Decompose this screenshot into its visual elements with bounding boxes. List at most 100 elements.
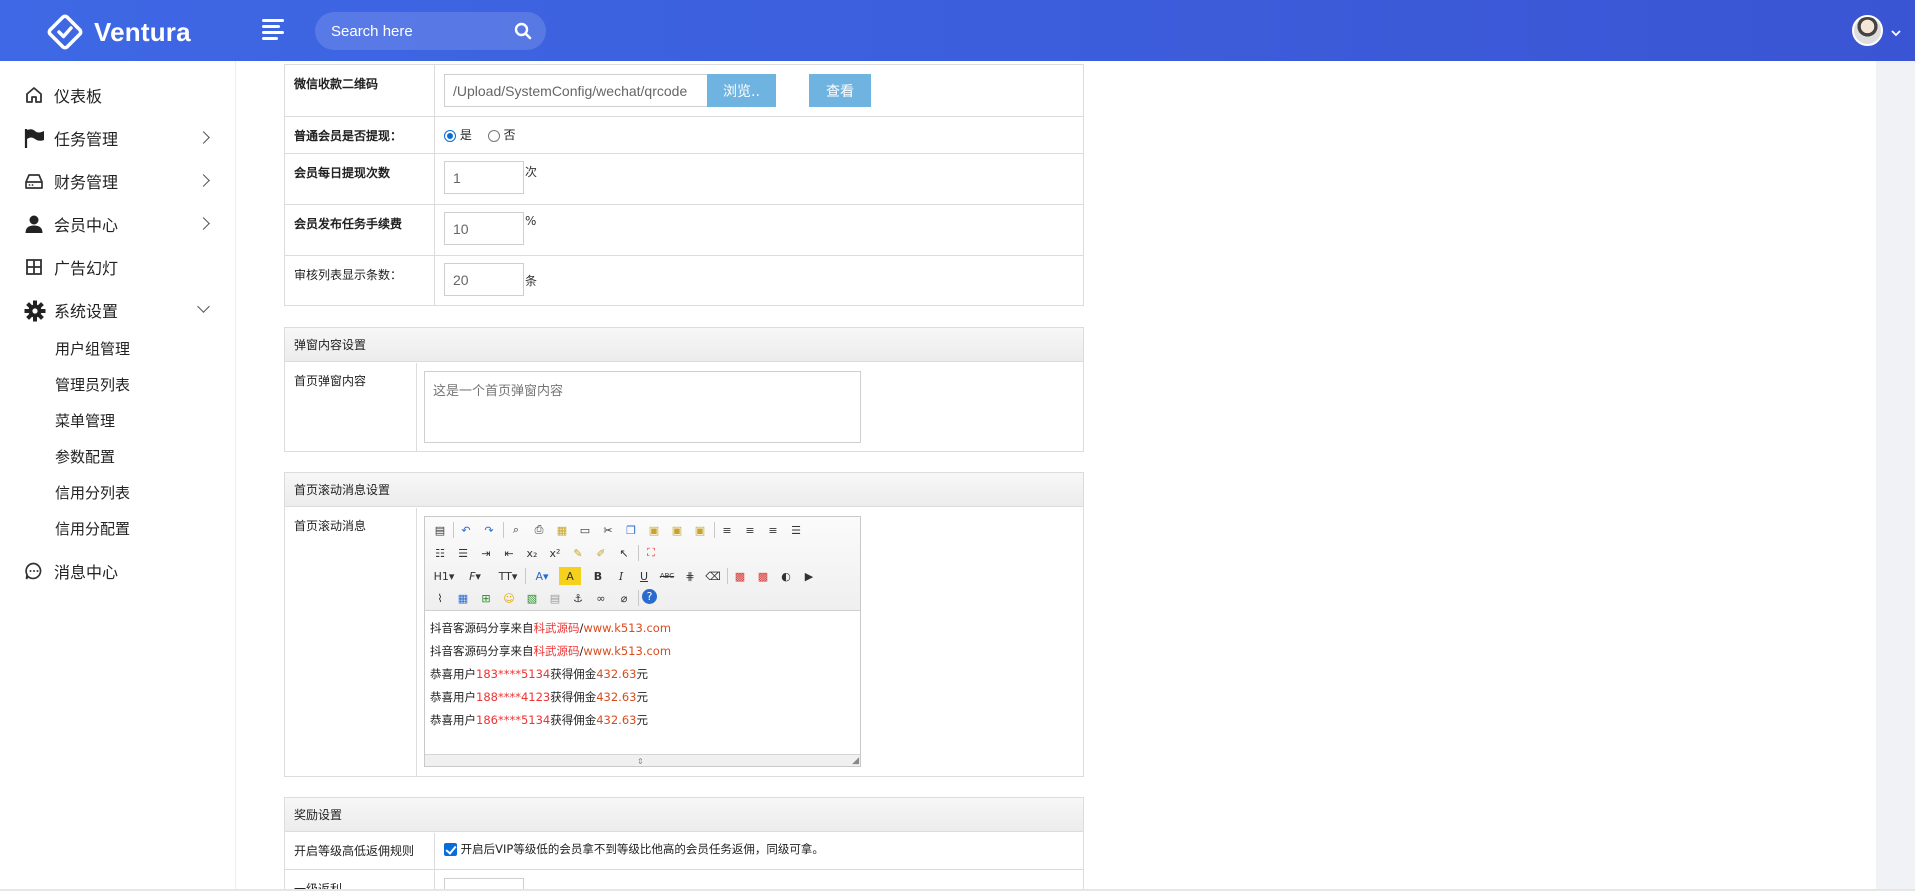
reward-rule-checkbox[interactable] — [444, 843, 457, 856]
attachment-icon[interactable]: ⌇ — [431, 589, 449, 607]
row-review-count: 审核列表显示条数： 20 条 — [285, 255, 1083, 306]
anchor-icon[interactable]: ⚓ — [569, 589, 587, 607]
highlight-color-icon[interactable]: A — [559, 567, 581, 585]
chevron-down-icon[interactable] — [1890, 24, 1902, 37]
withdraw-no-radio[interactable] — [487, 129, 500, 142]
menu-toggle-icon[interactable] — [262, 19, 288, 41]
editor-content[interactable]: 抖音客源码分享来自科武源码/www.k513.com 抖音客源码分享来自科武源码… — [430, 617, 671, 732]
chevron-right-icon — [197, 217, 210, 230]
print-icon[interactable]: ⎙ — [530, 521, 548, 539]
italic-icon[interactable]: I — [612, 567, 630, 585]
subscript-icon[interactable]: x₂ — [523, 544, 541, 562]
search-input[interactable] — [331, 22, 501, 40]
sidebar-item-tasks[interactable]: 任务管理 — [0, 120, 236, 156]
eraser-icon[interactable]: ⌫ — [704, 567, 722, 585]
outdent-icon[interactable]: ⇤ — [500, 544, 518, 562]
row-task-fee: 会员发布任务手续费 10 % — [285, 204, 1083, 255]
superscript-icon[interactable]: x² — [546, 544, 564, 562]
image-icon[interactable]: ▧ — [523, 589, 541, 607]
undo-icon[interactable]: ↶ — [457, 521, 475, 539]
code-icon[interactable]: ▭ — [576, 521, 594, 539]
sidebar-subitem-menu-management[interactable]: 菜单管理 — [55, 410, 115, 431]
bold-icon[interactable]: B — [589, 567, 607, 585]
sidebar-subitem-credit-config[interactable]: 信用分配置 — [55, 518, 130, 539]
font-size-icon[interactable]: TT ▾ — [495, 567, 521, 585]
resize-handle-icon[interactable]: ⇕ — [637, 757, 644, 766]
strikethrough-icon[interactable]: ABC — [658, 567, 676, 585]
copy-icon[interactable]: ❐ — [622, 521, 640, 539]
fullscreen-icon[interactable]: ⛶ — [642, 544, 660, 562]
align-center-icon[interactable]: ≡ — [741, 521, 759, 539]
withdraw-yes-label: 是 — [459, 128, 472, 142]
sidebar-item-label: 广告幻灯 — [54, 259, 119, 278]
sidebar-item-members[interactable]: 会员中心 — [0, 206, 236, 242]
sidebar-item-settings[interactable]: 系统设置 — [0, 292, 236, 328]
insert-row-icon[interactable]: ⊞ — [477, 589, 495, 607]
resize-corner-icon[interactable]: ◢ — [852, 756, 859, 766]
sidebar-item-label: 任务管理 — [54, 130, 119, 149]
clear-format-icon[interactable]: ✎ — [569, 544, 587, 562]
wechat-qr-path-input[interactable]: /Upload/SystemConfig/wechat/qrcode — [444, 74, 709, 107]
review-count-input[interactable]: 20 — [444, 263, 524, 296]
reward-rule-label: 开启等级高低返佣规则 — [294, 844, 415, 858]
paste-word-icon[interactable]: ▣ — [691, 521, 709, 539]
link-icon[interactable]: ∞ — [592, 589, 610, 607]
insert-multi-image-icon[interactable]: ▩ — [754, 567, 772, 585]
search-icon[interactable] — [514, 22, 532, 40]
redo-icon[interactable]: ↷ — [480, 521, 498, 539]
withdraw-no-label: 否 — [503, 128, 516, 142]
align-justify-icon[interactable]: ☰ — [787, 521, 805, 539]
row-level1: 一级返利 — [285, 869, 1083, 891]
avatar[interactable] — [1852, 15, 1883, 46]
cut-icon[interactable]: ✂ — [599, 521, 617, 539]
sidebar-subitem-parameter-config[interactable]: 参数配置 — [55, 446, 115, 467]
help-icon[interactable]: ? — [642, 589, 657, 604]
page-break-icon[interactable]: ▤ — [546, 589, 564, 607]
scroll-section-header: 首页滚动消息设置 — [285, 473, 1083, 507]
toolbar-separator — [727, 568, 728, 584]
sidebar-subitem-admin-list[interactable]: 管理员列表 — [55, 374, 130, 395]
task-fee-input[interactable]: 10 — [444, 212, 524, 245]
format-painter-icon[interactable]: ✐ — [592, 544, 610, 562]
sidebar-item-dashboard[interactable]: 仪表板 — [0, 77, 236, 113]
insert-flash-icon[interactable]: ◐ — [777, 567, 795, 585]
search-box — [315, 12, 546, 50]
align-right-icon[interactable]: ≡ — [764, 521, 782, 539]
line-height-icon[interactable]: ⋕ — [681, 567, 699, 585]
heading-icon[interactable]: H1 ▾ — [431, 567, 457, 585]
popup-content-textarea[interactable] — [424, 371, 861, 443]
column-divider — [416, 363, 417, 451]
underline-icon[interactable]: U — [635, 567, 653, 585]
template-icon[interactable]: ▦ — [553, 521, 571, 539]
select-all-icon[interactable]: ↖ — [615, 544, 633, 562]
source-icon[interactable]: ▤ — [431, 521, 449, 539]
brand-logo[interactable]: Ventura — [46, 13, 191, 51]
font-family-icon[interactable]: F ▾ — [463, 567, 487, 585]
sidebar-item-ads[interactable]: 广告幻灯 — [0, 249, 236, 285]
unlink-icon[interactable]: ⌀ — [615, 589, 633, 607]
sidebar-item-finance[interactable]: 财务管理 — [0, 163, 236, 199]
sidebar-subitem-user-groups[interactable]: 用户组管理 — [55, 338, 130, 359]
paste-icon[interactable]: ▣ — [645, 521, 663, 539]
preview-icon[interactable]: ⌕ — [507, 521, 525, 539]
unordered-list-icon[interactable]: ☰ — [454, 544, 472, 562]
indent-icon[interactable]: ⇥ — [477, 544, 495, 562]
editor-resize-bar[interactable]: ⇕ ◢ — [425, 754, 860, 766]
withdraw-yes-radio[interactable] — [444, 129, 456, 142]
ordered-list-icon[interactable]: ☷ — [431, 544, 449, 562]
browse-button[interactable]: 浏览.. — [707, 74, 776, 107]
paste-text-icon[interactable]: ▣ — [668, 521, 686, 539]
sidebar-subitem-credit-list[interactable]: 信用分列表 — [55, 482, 130, 503]
font-color-icon[interactable]: A▾ — [531, 567, 553, 585]
emoticon-icon[interactable]: ☺ — [500, 589, 518, 607]
daily-withdraw-input[interactable]: 1 — [444, 161, 524, 194]
popup-content-label: 首页弹窗内容 — [294, 374, 367, 388]
insert-media-icon[interactable]: ▶ — [800, 567, 818, 585]
table-icon[interactable]: ▦ — [454, 589, 472, 607]
align-left-icon[interactable]: ≡ — [718, 521, 736, 539]
insert-image-icon[interactable]: ▩ — [731, 567, 749, 585]
reward-section-header: 奖励设置 — [285, 798, 1083, 832]
view-button[interactable]: 查看 — [809, 74, 871, 107]
toolbar-separator — [453, 522, 454, 538]
sidebar-item-messages[interactable]: 消息中心 — [0, 553, 236, 589]
